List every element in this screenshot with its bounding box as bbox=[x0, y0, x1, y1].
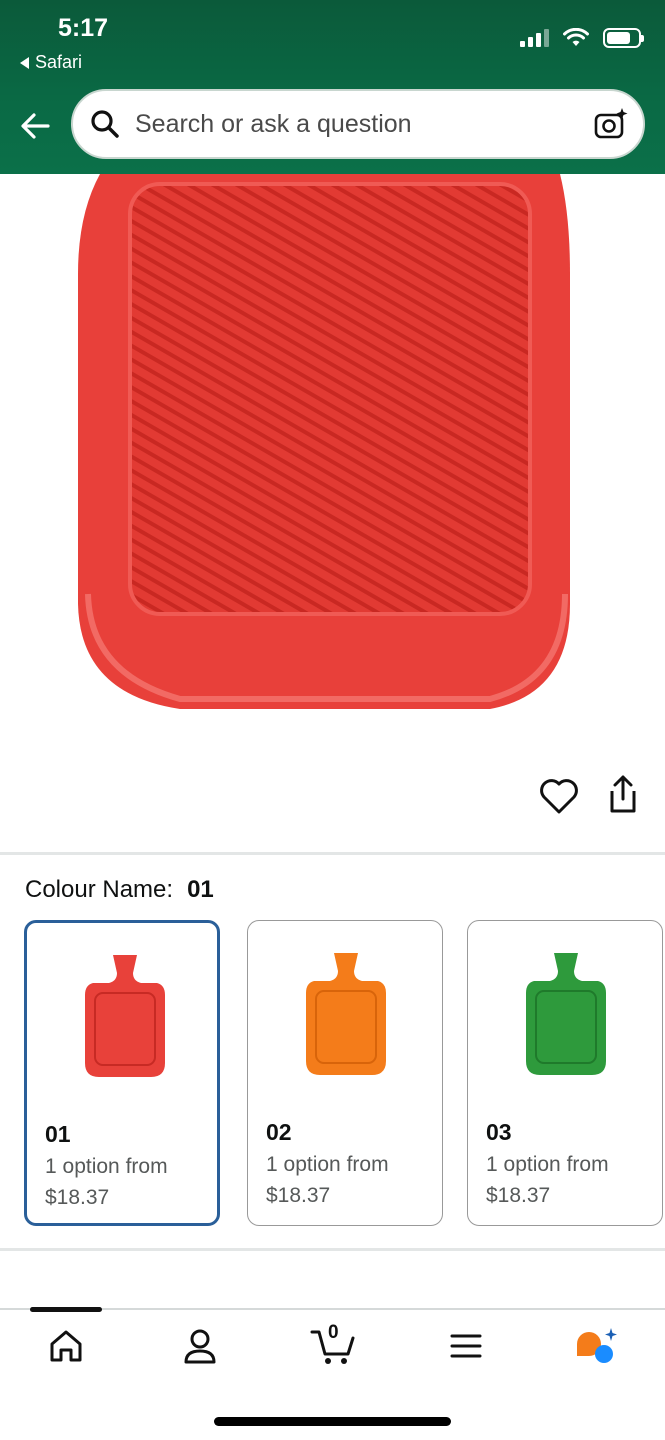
battery-icon bbox=[603, 28, 644, 48]
swatch-03[interactable]: 03 1 option from $18.37 bbox=[467, 920, 663, 1226]
cellular-signal-icon bbox=[520, 29, 549, 47]
swatch-availability: 1 option from bbox=[45, 1155, 168, 1178]
search-bar[interactable]: Search or ask a question bbox=[71, 89, 645, 159]
back-arrow-icon[interactable] bbox=[18, 108, 54, 144]
active-tab-indicator bbox=[30, 1307, 102, 1312]
camera-search-icon[interactable] bbox=[593, 106, 629, 142]
home-indicator bbox=[214, 1417, 451, 1426]
account-icon[interactable] bbox=[180, 1326, 220, 1366]
swatch-availability: 1 option from bbox=[266, 1153, 389, 1176]
rufus-icon[interactable] bbox=[575, 1326, 619, 1366]
status-icons bbox=[520, 28, 644, 48]
swatch-code: 03 bbox=[486, 1119, 512, 1145]
swatch-price: $18.37 bbox=[486, 1184, 551, 1207]
section-divider bbox=[0, 852, 665, 855]
cart-count-badge: 0 bbox=[328, 1322, 339, 1343]
app-header: 5:17 Safari Search or ask a question bbox=[0, 0, 665, 174]
search-input[interactable]: Search or ask a question bbox=[135, 110, 593, 139]
wifi-icon bbox=[563, 28, 589, 46]
back-to-app[interactable]: Safari bbox=[20, 52, 82, 73]
home-icon[interactable] bbox=[46, 1326, 86, 1366]
swatch-02[interactable]: 02 1 option from $18.37 bbox=[247, 920, 443, 1226]
swatch-code: 01 bbox=[45, 1121, 71, 1147]
colour-name-value: 01 bbox=[187, 876, 214, 903]
red-hot-water-bottle-thumbnail bbox=[85, 955, 165, 1077]
colour-name-label: Colour Name: bbox=[25, 876, 174, 903]
swatch-code: 02 bbox=[266, 1119, 292, 1145]
swatch-price: $18.37 bbox=[266, 1184, 331, 1207]
product-main-image[interactable] bbox=[70, 174, 590, 724]
swatch-01[interactable]: 01 1 option from $18.37 bbox=[24, 920, 220, 1226]
section-divider bbox=[0, 1248, 665, 1251]
colour-name-row: Colour Name: 01 bbox=[25, 876, 214, 904]
green-hot-water-bottle-thumbnail bbox=[526, 953, 606, 1075]
status-time: 5:17 bbox=[58, 14, 109, 42]
back-triangle-icon bbox=[20, 56, 29, 69]
back-app-label: Safari bbox=[35, 52, 83, 72]
swatch-price: $18.37 bbox=[45, 1186, 110, 1209]
swatch-availability: 1 option from bbox=[486, 1153, 609, 1176]
heart-icon[interactable] bbox=[538, 775, 580, 817]
orange-hot-water-bottle-thumbnail bbox=[306, 953, 386, 1075]
search-icon bbox=[91, 110, 119, 138]
menu-icon[interactable] bbox=[446, 1326, 486, 1366]
share-icon[interactable] bbox=[604, 773, 642, 815]
